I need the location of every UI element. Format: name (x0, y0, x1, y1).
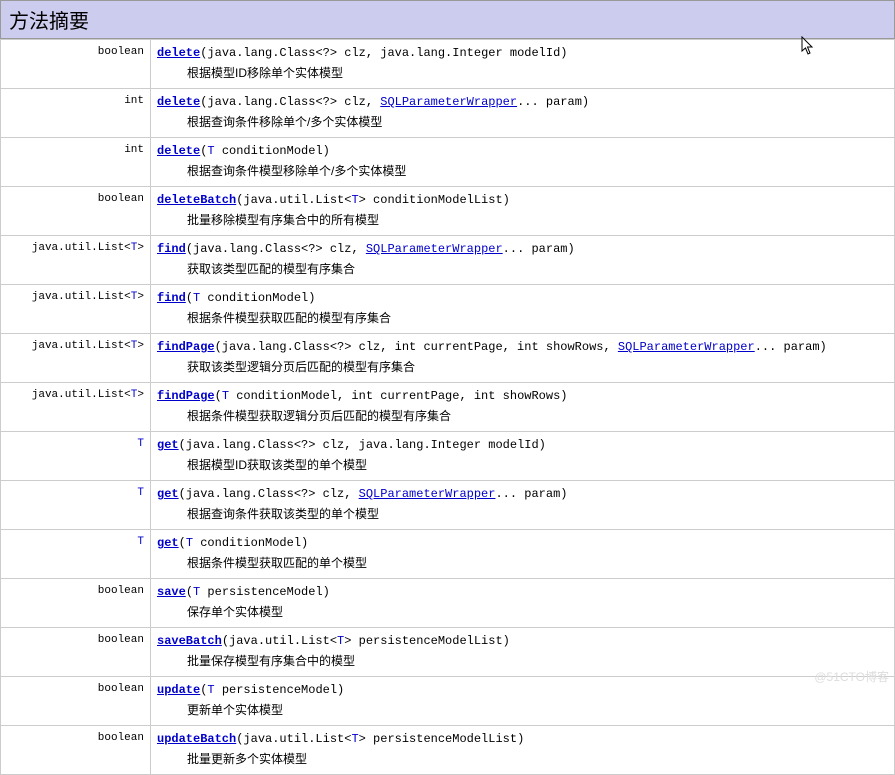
return-type: boolean (1, 579, 151, 628)
method-summary-table: booleandelete(java.lang.Class<?> clz, ja… (0, 39, 895, 775)
return-type: boolean (1, 40, 151, 89)
table-row: Tget(T conditionModel)根据条件模型获取匹配的单个模型 (1, 530, 895, 579)
method-signature-cell: delete(java.lang.Class<?> clz, SQLParame… (151, 89, 895, 138)
method-signature-cell: get(T conditionModel)根据条件模型获取匹配的单个模型 (151, 530, 895, 579)
return-type: int (1, 138, 151, 187)
method-link[interactable]: saveBatch (157, 634, 222, 648)
method-description: 获取该类型匹配的模型有序集合 (157, 260, 888, 278)
type-parameter: T (337, 634, 344, 648)
method-link[interactable]: update (157, 683, 200, 697)
method-summary-header: 方法摘要 (0, 0, 895, 39)
method-signature-cell: delete(java.lang.Class<?> clz, java.lang… (151, 40, 895, 89)
method-signature-cell: delete(T conditionModel)根据查询条件模型移除单个/多个实… (151, 138, 895, 187)
type-parameter: T (193, 291, 200, 305)
return-type: java.util.List<T> (1, 383, 151, 432)
method-description: 批量移除模型有序集合中的所有模型 (157, 211, 888, 229)
return-type: boolean (1, 726, 151, 775)
method-description: 根据查询条件模型移除单个/多个实体模型 (157, 162, 888, 180)
type-parameter: T (351, 732, 358, 746)
type-link[interactable]: SQLParameterWrapper (366, 242, 503, 256)
method-signature-cell: findPage(T conditionModel, int currentPa… (151, 383, 895, 432)
table-row: intdelete(T conditionModel)根据查询条件模型移除单个/… (1, 138, 895, 187)
return-type: T (1, 530, 151, 579)
method-description: 根据条件模型获取匹配的模型有序集合 (157, 309, 888, 327)
method-signature-cell: deleteBatch(java.util.List<T> conditionM… (151, 187, 895, 236)
return-type: boolean (1, 628, 151, 677)
method-link[interactable]: delete (157, 144, 200, 158)
type-link[interactable]: SQLParameterWrapper (359, 487, 496, 501)
table-row: Tget(java.lang.Class<?> clz, SQLParamete… (1, 481, 895, 530)
method-link[interactable]: deleteBatch (157, 193, 236, 207)
method-description: 保存单个实体模型 (157, 603, 888, 621)
return-type: java.util.List<T> (1, 334, 151, 383)
type-link[interactable]: SQLParameterWrapper (380, 95, 517, 109)
method-description: 根据模型ID获取该类型的单个模型 (157, 456, 888, 474)
method-signature-cell: get(java.lang.Class<?> clz, java.lang.In… (151, 432, 895, 481)
return-type: java.util.List<T> (1, 285, 151, 334)
method-description: 根据条件模型获取逻辑分页后匹配的模型有序集合 (157, 407, 888, 425)
type-link[interactable]: SQLParameterWrapper (618, 340, 755, 354)
return-type: T (1, 432, 151, 481)
method-signature-cell: save(T persistenceModel)保存单个实体模型 (151, 579, 895, 628)
return-type: int (1, 89, 151, 138)
method-link[interactable]: get (157, 438, 179, 452)
method-signature-cell: findPage(java.lang.Class<?> clz, int cur… (151, 334, 895, 383)
method-description: 批量更新多个实体模型 (157, 750, 888, 768)
method-signature-cell: find(T conditionModel)根据条件模型获取匹配的模型有序集合 (151, 285, 895, 334)
table-row: intdelete(java.lang.Class<?> clz, SQLPar… (1, 89, 895, 138)
method-link[interactable]: updateBatch (157, 732, 236, 746)
table-row: Tget(java.lang.Class<?> clz, java.lang.I… (1, 432, 895, 481)
method-link[interactable]: findPage (157, 389, 215, 403)
table-row: booleansaveBatch(java.util.List<T> persi… (1, 628, 895, 677)
type-parameter: T (207, 683, 214, 697)
method-description: 根据查询条件移除单个/多个实体模型 (157, 113, 888, 131)
return-type: T (1, 481, 151, 530)
method-link[interactable]: find (157, 291, 186, 305)
method-link[interactable]: delete (157, 46, 200, 60)
method-link[interactable]: find (157, 242, 186, 256)
type-parameter: T (207, 144, 214, 158)
method-signature-cell: update(T persistenceModel)更新单个实体模型 (151, 677, 895, 726)
table-row: booleandeleteBatch(java.util.List<T> con… (1, 187, 895, 236)
return-type: java.util.List<T> (1, 236, 151, 285)
table-row: booleanupdate(T persistenceModel)更新单个实体模… (1, 677, 895, 726)
method-description: 根据模型ID移除单个实体模型 (157, 64, 888, 82)
method-description: 获取该类型逻辑分页后匹配的模型有序集合 (157, 358, 888, 376)
method-link[interactable]: delete (157, 95, 200, 109)
table-row: java.util.List<T>findPage(java.lang.Clas… (1, 334, 895, 383)
table-row: java.util.List<T>findPage(T conditionMod… (1, 383, 895, 432)
method-link[interactable]: get (157, 487, 179, 501)
method-description: 根据条件模型获取匹配的单个模型 (157, 554, 888, 572)
table-row: java.util.List<T>find(java.lang.Class<?>… (1, 236, 895, 285)
method-description: 更新单个实体模型 (157, 701, 888, 719)
table-row: booleandelete(java.lang.Class<?> clz, ja… (1, 40, 895, 89)
type-parameter: T (351, 193, 358, 207)
method-link[interactable]: findPage (157, 340, 215, 354)
method-description: 根据查询条件获取该类型的单个模型 (157, 505, 888, 523)
method-signature-cell: get(java.lang.Class<?> clz, SQLParameter… (151, 481, 895, 530)
method-link[interactable]: get (157, 536, 179, 550)
method-description: 批量保存模型有序集合中的模型 (157, 652, 888, 670)
type-parameter: T (222, 389, 229, 403)
method-signature-cell: updateBatch(java.util.List<T> persistenc… (151, 726, 895, 775)
type-parameter: T (193, 585, 200, 599)
return-type: boolean (1, 187, 151, 236)
return-type: boolean (1, 677, 151, 726)
table-row: booleansave(T persistenceModel)保存单个实体模型 (1, 579, 895, 628)
table-row: booleanupdateBatch(java.util.List<T> per… (1, 726, 895, 775)
method-signature-cell: find(java.lang.Class<?> clz, SQLParamete… (151, 236, 895, 285)
method-link[interactable]: save (157, 585, 186, 599)
method-signature-cell: saveBatch(java.util.List<T> persistenceM… (151, 628, 895, 677)
type-parameter: T (186, 536, 193, 550)
table-row: java.util.List<T>find(T conditionModel)根… (1, 285, 895, 334)
